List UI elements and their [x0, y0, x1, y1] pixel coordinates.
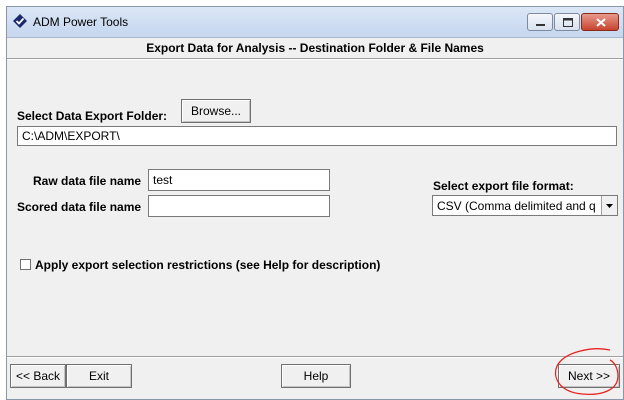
export-folder-label: Select Data Export Folder:	[17, 109, 168, 123]
minimize-button[interactable]	[527, 13, 553, 31]
next-button[interactable]: Next >>	[558, 364, 620, 388]
window-title: ADM Power Tools	[33, 15, 129, 29]
maximize-button[interactable]	[554, 13, 580, 31]
dialog-subtitle: Export Data for Analysis -- Destination …	[146, 41, 484, 55]
export-format-label: Select export file format:	[433, 179, 574, 193]
close-icon	[596, 18, 606, 27]
back-button[interactable]: << Back	[10, 364, 66, 388]
scored-file-name-label: Scored data file name	[17, 200, 142, 214]
raw-file-name-input[interactable]	[148, 169, 330, 191]
close-button[interactable]	[581, 13, 619, 31]
restrictions-checkbox[interactable]	[20, 259, 31, 270]
dialog-window: ADM Power Tools Export Data for Analysis…	[6, 6, 624, 400]
footer-divider	[7, 356, 623, 358]
export-format-selected-value: CSV (Comma delimited and q	[437, 199, 596, 213]
scored-file-name-input[interactable]	[148, 195, 330, 217]
help-button[interactable]: Help	[281, 364, 351, 388]
browse-button[interactable]: Browse...	[181, 99, 251, 123]
chevron-down-icon[interactable]	[601, 196, 617, 215]
maximize-icon	[563, 18, 573, 27]
raw-file-name-label: Raw data file name	[33, 174, 142, 188]
header-divider	[7, 58, 623, 60]
checkmark-diamond-icon	[13, 14, 27, 28]
export-folder-path-input[interactable]	[17, 126, 617, 146]
export-format-select[interactable]: CSV (Comma delimited and q	[432, 195, 618, 216]
title-bar[interactable]: ADM Power Tools	[7, 7, 623, 38]
restrictions-label: Apply export selection restrictions (see…	[35, 258, 381, 272]
exit-button[interactable]: Exit	[66, 364, 132, 388]
minimize-icon	[536, 24, 545, 26]
